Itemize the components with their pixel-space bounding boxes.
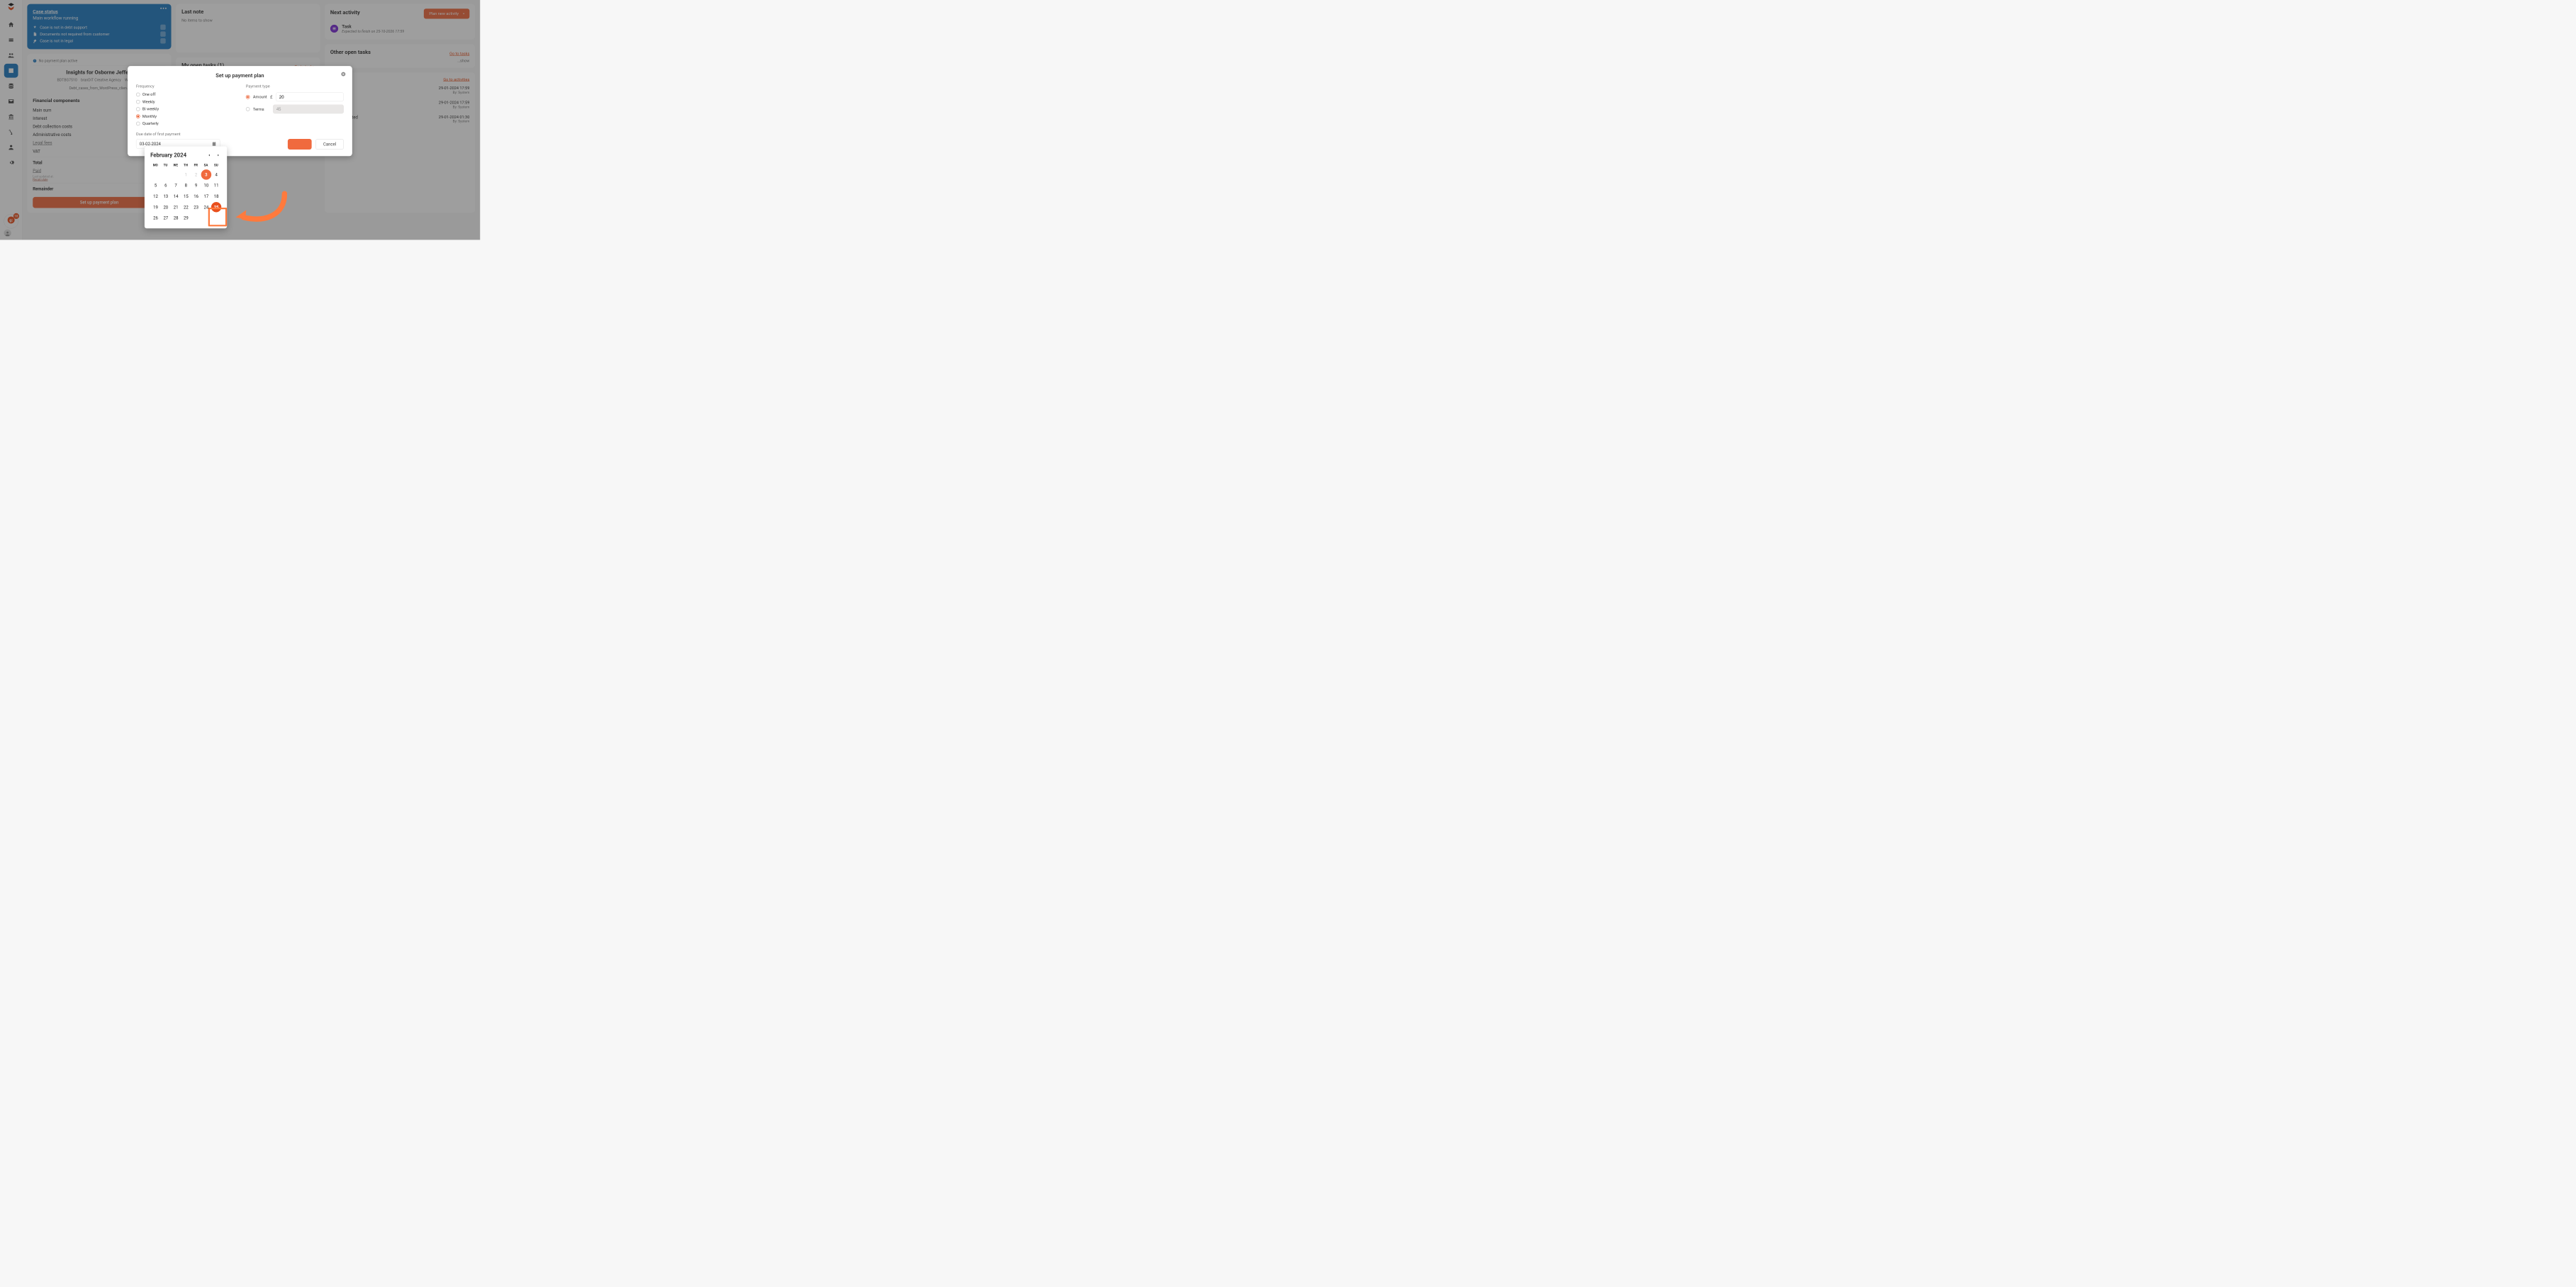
amount-row[interactable]: Amount £ <box>246 91 344 103</box>
date-cell[interactable]: 24 <box>201 202 212 213</box>
prev-month-icon[interactable] <box>206 152 212 158</box>
amount-label: Amount <box>253 95 267 100</box>
due-date-label: Due date of first payment <box>136 132 234 137</box>
date-cell[interactable]: 8 <box>181 180 191 191</box>
date-cell[interactable]: 3 <box>201 169 212 180</box>
date-cell[interactable]: 5 <box>150 180 161 191</box>
date-cell[interactable]: 11 <box>211 180 222 191</box>
save-button[interactable]: Save <box>288 139 312 150</box>
date-cell[interactable]: 4 <box>211 169 222 180</box>
date-cell[interactable]: 15 <box>181 191 191 202</box>
freq-monthly[interactable]: Monthly <box>136 113 234 120</box>
date-cell[interactable]: 26 <box>150 213 161 223</box>
date-cell[interactable]: 25 <box>211 202 222 213</box>
dow-header: FR <box>191 162 201 169</box>
payment-type-label: Payment type <box>246 84 344 89</box>
freq-oneoff[interactable]: One off <box>136 91 234 98</box>
date-cell[interactable]: 10 <box>201 180 212 191</box>
dow-header: TH <box>181 162 191 169</box>
payment-plan-modal: Set up payment plan Frequency One off We… <box>128 66 352 156</box>
freq-quarterly[interactable]: Quarterly <box>136 120 234 127</box>
date-cell[interactable]: 23 <box>191 202 201 213</box>
date-cell[interactable]: 9 <box>191 180 201 191</box>
cancel-button[interactable]: Cancel <box>315 139 344 150</box>
date-cell[interactable]: 22 <box>181 202 191 213</box>
dow-header: MO <box>150 162 160 169</box>
date-cell[interactable]: 16 <box>191 191 201 202</box>
date-cell[interactable]: 13 <box>161 191 172 202</box>
dow-header: WE <box>171 162 181 169</box>
date-cell[interactable]: 7 <box>171 180 181 191</box>
frequency-label: Frequency <box>136 84 234 89</box>
terms-label: Terms <box>253 107 264 112</box>
date-cell[interactable]: 1 <box>181 169 191 180</box>
terms-row[interactable]: Terms £ <box>246 103 344 115</box>
date-cell[interactable]: 14 <box>171 191 181 202</box>
date-cell[interactable]: 12 <box>150 191 161 202</box>
freq-weekly[interactable]: Weekly <box>136 98 234 105</box>
close-icon[interactable] <box>341 72 346 77</box>
next-month-icon[interactable] <box>215 152 221 158</box>
date-cell[interactable]: 20 <box>161 202 172 213</box>
frequency-group: Frequency One off Weekly Bi weekly Month… <box>136 84 234 149</box>
date-cell[interactable]: 2 <box>191 169 201 180</box>
date-cell[interactable]: 29 <box>181 213 191 223</box>
datepicker-month: February 2024 <box>150 152 186 158</box>
datepicker-grid: MOTUWETHFRSASU 1234567891011121314151617… <box>150 162 221 223</box>
date-cell[interactable]: 28 <box>171 213 181 223</box>
terms-input <box>273 105 344 114</box>
date-cell[interactable]: 6 <box>161 180 172 191</box>
datepicker: February 2024 MOTUWETHFRSASU 12345678910… <box>145 146 227 228</box>
date-cell[interactable]: 27 <box>161 213 172 223</box>
amount-input[interactable] <box>276 92 344 101</box>
date-cell[interactable]: 17 <box>201 191 212 202</box>
currency-symbol: £ <box>270 94 272 99</box>
freq-biweekly[interactable]: Bi weekly <box>136 106 234 113</box>
dow-header: TU <box>160 162 170 169</box>
date-cell[interactable]: 18 <box>211 191 222 202</box>
calendar-icon <box>212 142 217 147</box>
date-cell[interactable]: 21 <box>171 202 181 213</box>
dow-header: SA <box>201 162 211 169</box>
modal-title: Set up payment plan <box>136 72 344 79</box>
date-cell[interactable]: 19 <box>150 202 161 213</box>
dow-header: SU <box>211 162 221 169</box>
